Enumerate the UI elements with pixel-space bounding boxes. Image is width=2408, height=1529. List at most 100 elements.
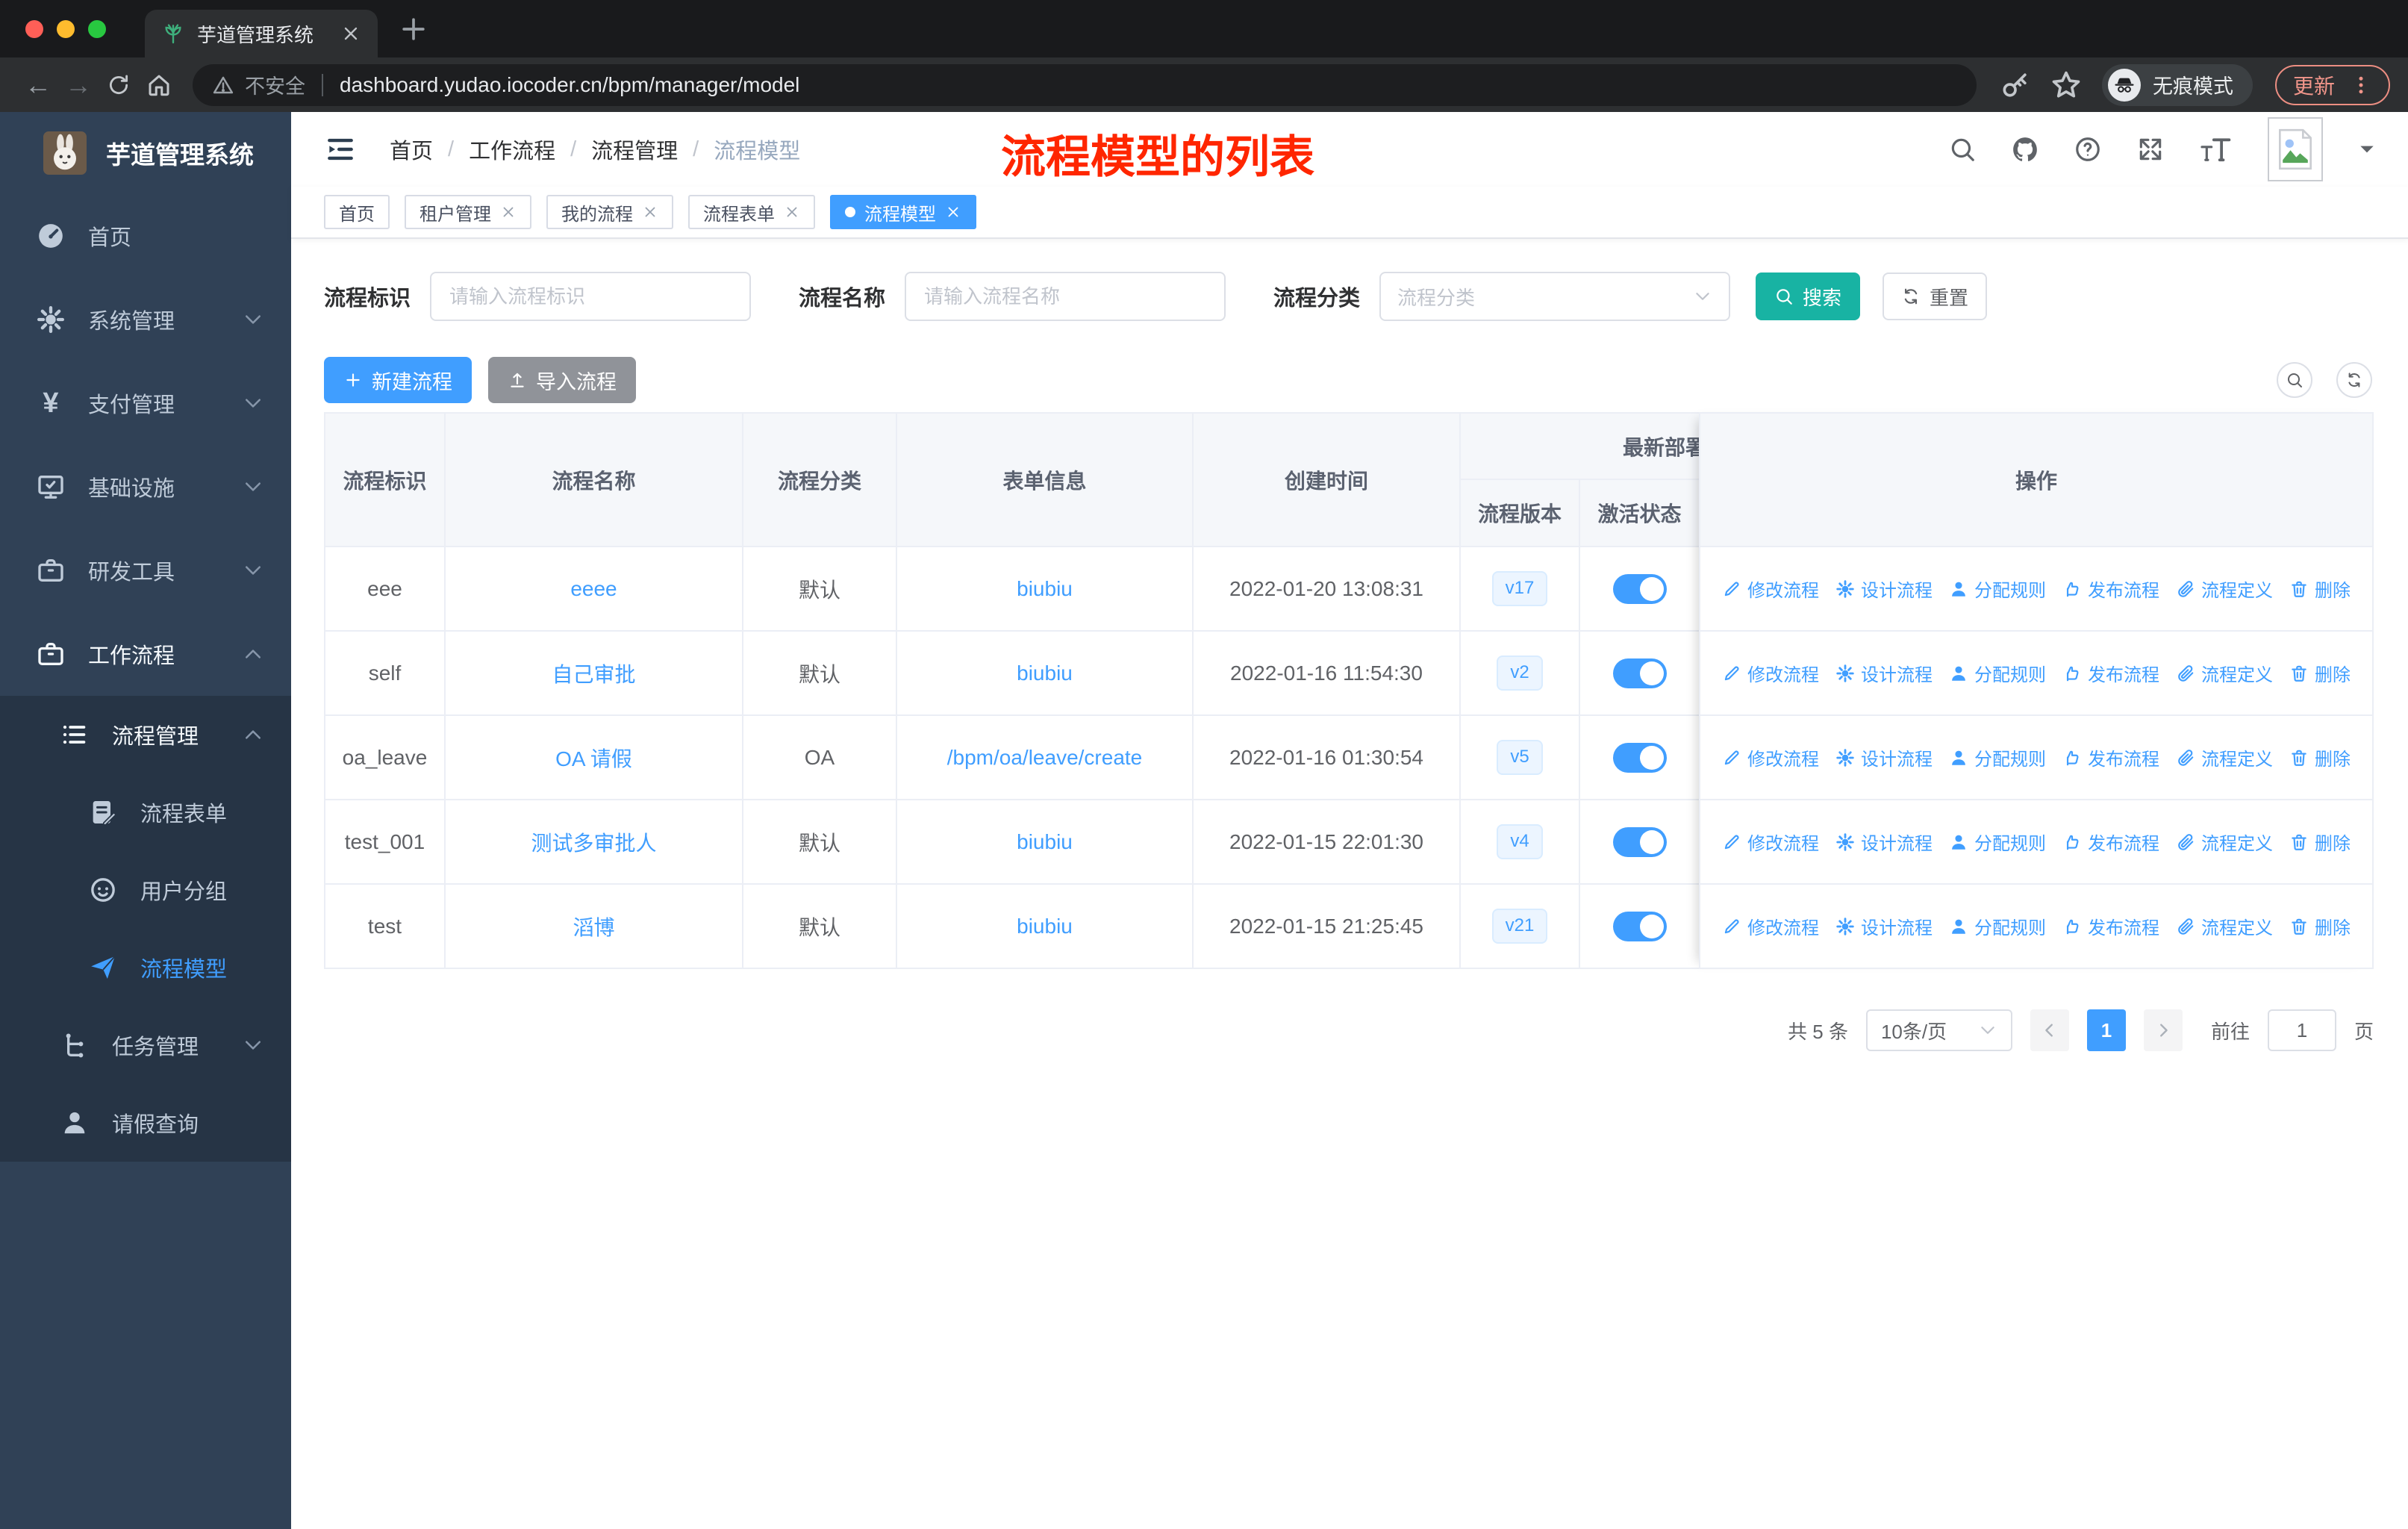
action-edit-process[interactable]: 修改流程	[1722, 829, 1819, 855]
action-publish-process[interactable]: 发布流程	[2062, 913, 2159, 939]
forward-button[interactable]: →	[58, 69, 99, 100]
prev-page-button[interactable]	[2030, 1009, 2069, 1051]
version-tag[interactable]: v5	[1497, 740, 1543, 775]
breadcrumb-process-mgmt[interactable]: 流程管理	[591, 134, 678, 165]
action-design-process[interactable]: 设计流程	[1835, 660, 1933, 686]
action-delete[interactable]: 删除	[2289, 744, 2351, 770]
action-design-process[interactable]: 设计流程	[1835, 829, 1933, 855]
current-page-button[interactable]: 1	[2086, 1009, 2126, 1051]
active-toggle[interactable]	[1612, 742, 1667, 773]
toggle-search-button[interactable]	[2277, 362, 2312, 398]
active-toggle[interactable]	[1612, 658, 1667, 688]
action-delete[interactable]: 删除	[2289, 913, 2351, 939]
action-publish-process[interactable]: 发布流程	[2062, 660, 2159, 686]
sidebar-item-process-model[interactable]: 流程模型	[0, 929, 291, 1006]
font-size-icon[interactable]	[2199, 135, 2233, 164]
action-edit-process[interactable]: 修改流程	[1722, 576, 1819, 602]
sidebar-item-task-mgmt[interactable]: 任务管理	[0, 1006, 291, 1084]
reload-button[interactable]	[99, 72, 139, 98]
category-select[interactable]: 流程分类	[1379, 272, 1731, 321]
sidebar-item-workflow[interactable]: 工作流程	[0, 612, 291, 696]
sidebar-collapse-icon[interactable]	[324, 133, 357, 166]
form-link[interactable]: /bpm/oa/leave/create	[947, 746, 1143, 769]
version-tag[interactable]: v21	[1491, 909, 1548, 944]
sidebar-item-leave-query[interactable]: 请假查询	[0, 1084, 291, 1162]
key-input[interactable]	[430, 272, 752, 321]
close-window-button[interactable]	[25, 19, 43, 38]
browser-tab[interactable]: 芋道管理系统	[145, 10, 378, 57]
version-tag[interactable]: v2	[1497, 655, 1543, 691]
breadcrumb-workflow[interactable]: 工作流程	[469, 134, 555, 165]
model-name-link[interactable]: 滔博	[573, 916, 614, 939]
import-process-button[interactable]: 导入流程	[488, 357, 636, 403]
active-toggle[interactable]	[1612, 573, 1667, 604]
sidebar-item-devtools[interactable]: 研发工具	[0, 529, 291, 612]
caret-down-icon[interactable]	[2357, 142, 2377, 157]
tag-my-process[interactable]: 我的流程	[546, 195, 673, 229]
home-button[interactable]	[139, 72, 179, 99]
help-icon[interactable]	[2074, 135, 2102, 164]
tag-process-form[interactable]: 流程表单	[688, 195, 815, 229]
sidebar-item-payment[interactable]: ¥ 支付管理	[0, 361, 291, 445]
avatar[interactable]	[2268, 117, 2323, 181]
window-controls[interactable]	[25, 19, 106, 38]
sidebar-item-user-group[interactable]: 用户分组	[0, 851, 291, 929]
new-tab-button[interactable]	[397, 13, 430, 46]
sidebar-item-home[interactable]: 首页	[0, 194, 291, 278]
breadcrumb-home[interactable]: 首页	[390, 134, 433, 165]
tag-process-model[interactable]: 流程模型	[830, 195, 976, 229]
bookmark-star-icon[interactable]	[2050, 69, 2083, 102]
model-name-link[interactable]: 测试多审批人	[531, 832, 656, 855]
action-publish-process[interactable]: 发布流程	[2062, 829, 2159, 855]
version-tag[interactable]: v17	[1491, 571, 1548, 606]
search-button[interactable]: 搜索	[1756, 273, 1861, 320]
reset-button[interactable]: 重置	[1883, 273, 1988, 320]
close-icon[interactable]	[945, 204, 961, 220]
action-process-definition[interactable]: 流程定义	[2176, 576, 2273, 602]
minimize-window-button[interactable]	[57, 19, 75, 38]
model-name-link[interactable]: 自己审批	[552, 663, 635, 686]
close-icon[interactable]	[784, 204, 800, 220]
model-name-link[interactable]: OA 请假	[555, 747, 632, 770]
action-process-definition[interactable]: 流程定义	[2176, 829, 2273, 855]
form-link[interactable]: biubiu	[1017, 661, 1073, 685]
model-name-link[interactable]: eeee	[570, 577, 617, 600]
action-delete[interactable]: 删除	[2289, 660, 2351, 686]
url-bar[interactable]: 不安全 dashboard.yudao.iocoder.cn/bpm/manag…	[193, 63, 1977, 106]
sidebar-item-process-form[interactable]: 流程表单	[0, 773, 291, 851]
action-delete[interactable]: 删除	[2289, 576, 2351, 602]
version-tag[interactable]: v4	[1497, 824, 1543, 859]
form-link[interactable]: biubiu	[1017, 915, 1073, 938]
create-process-button[interactable]: 新建流程	[324, 357, 472, 403]
back-button[interactable]: ←	[18, 69, 58, 100]
action-assign-rule[interactable]: 分配规则	[1949, 913, 2046, 939]
browser-menu-icon[interactable]	[2350, 72, 2372, 98]
form-link[interactable]: biubiu	[1017, 830, 1073, 853]
action-design-process[interactable]: 设计流程	[1835, 744, 1933, 770]
refresh-table-button[interactable]	[2336, 362, 2372, 398]
maximize-window-button[interactable]	[88, 19, 106, 38]
action-publish-process[interactable]: 发布流程	[2062, 576, 2159, 602]
next-page-button[interactable]	[2143, 1009, 2183, 1051]
goto-page-input[interactable]	[2267, 1009, 2336, 1051]
tag-home[interactable]: 首页	[324, 195, 390, 229]
sidebar-item-system[interactable]: 系统管理	[0, 278, 291, 361]
action-edit-process[interactable]: 修改流程	[1722, 660, 1819, 686]
active-toggle[interactable]	[1612, 826, 1667, 857]
github-icon[interactable]	[2011, 135, 2039, 164]
active-toggle[interactable]	[1612, 911, 1667, 941]
sidebar-item-process-mgmt[interactable]: 流程管理	[0, 696, 291, 773]
action-process-definition[interactable]: 流程定义	[2176, 660, 2273, 686]
action-assign-rule[interactable]: 分配规则	[1949, 744, 2046, 770]
form-link[interactable]: biubiu	[1017, 577, 1073, 600]
action-assign-rule[interactable]: 分配规则	[1949, 660, 2046, 686]
action-process-definition[interactable]: 流程定义	[2176, 744, 2273, 770]
tag-tenant[interactable]: 租户管理	[405, 195, 531, 229]
action-edit-process[interactable]: 修改流程	[1722, 744, 1819, 770]
fullscreen-icon[interactable]	[2136, 135, 2165, 164]
action-edit-process[interactable]: 修改流程	[1722, 913, 1819, 939]
password-key-icon[interactable]	[1999, 69, 2032, 102]
browser-update-button[interactable]: 更新	[2274, 64, 2390, 105]
action-design-process[interactable]: 设计流程	[1835, 576, 1933, 602]
action-publish-process[interactable]: 发布流程	[2062, 744, 2159, 770]
